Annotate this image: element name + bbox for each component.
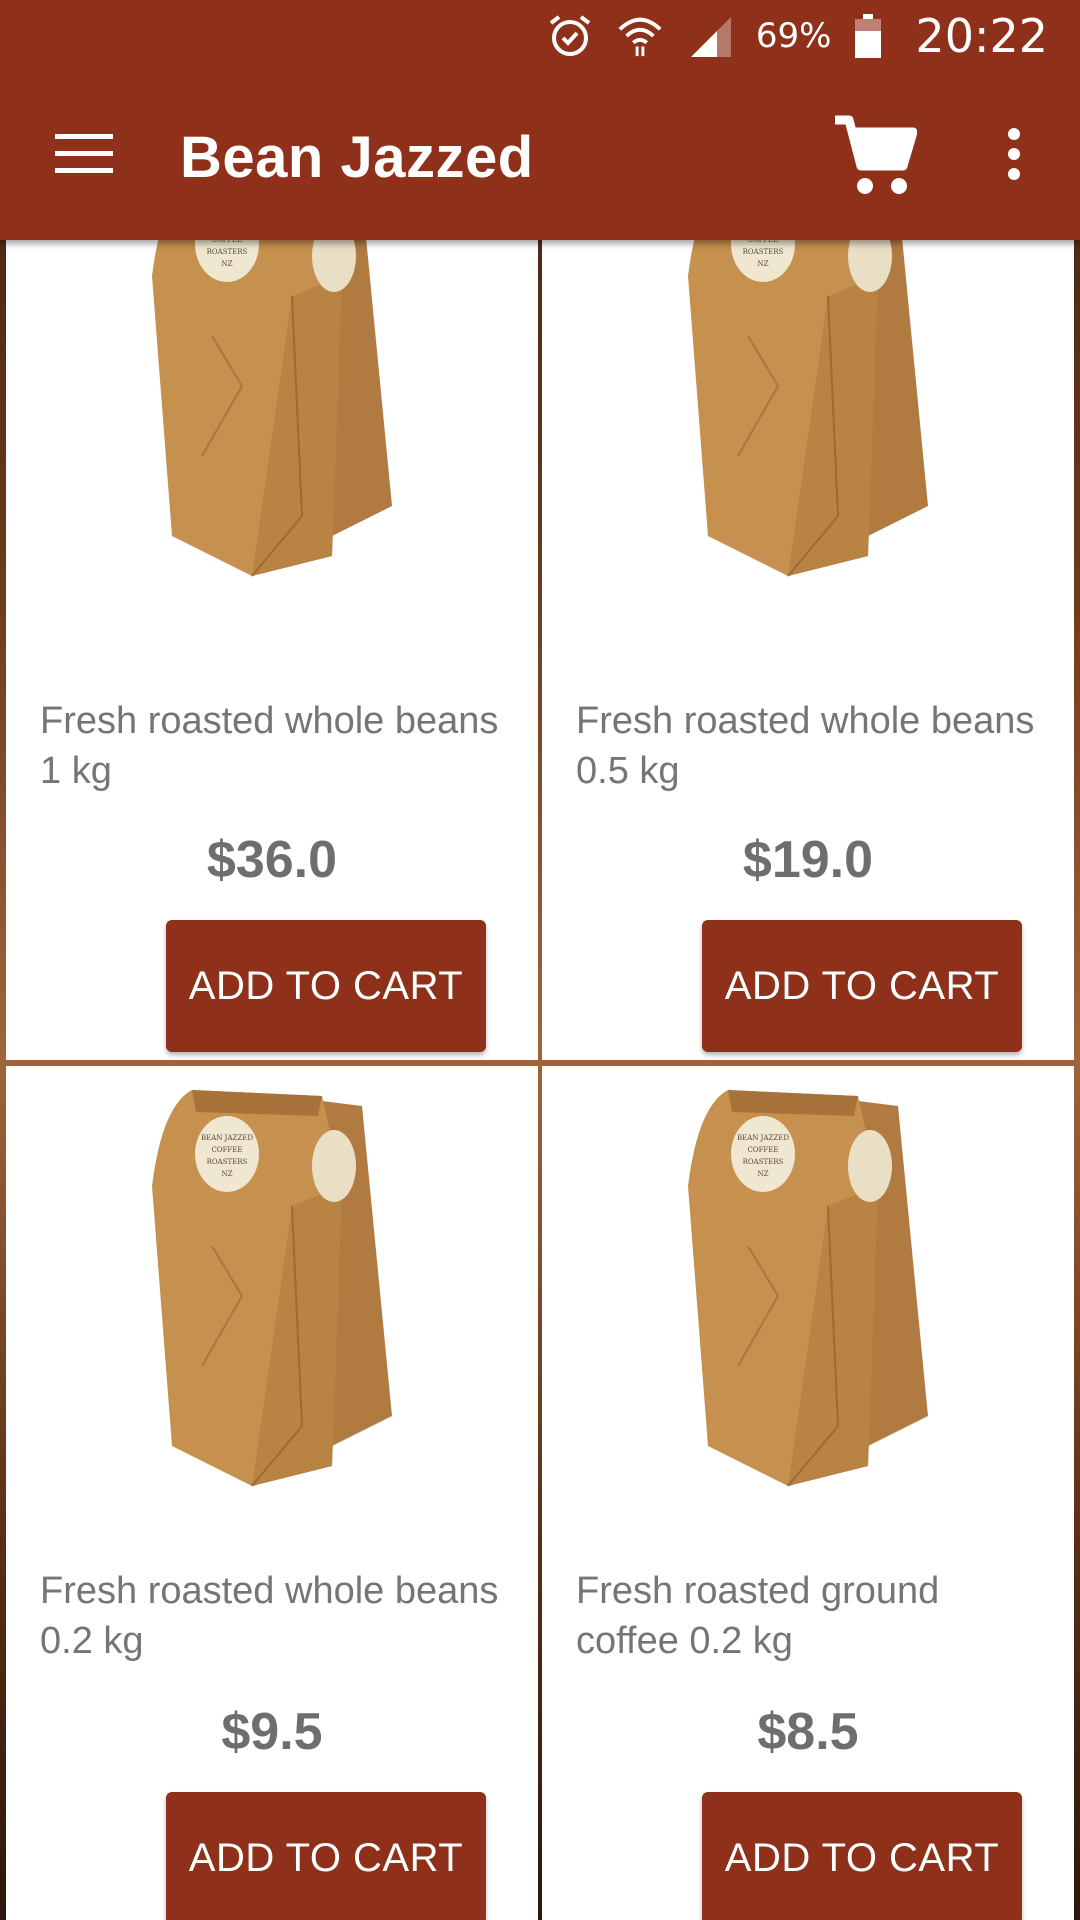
more-vert-icon xyxy=(1006,127,1022,185)
add-to-cart-button[interactable]: ADD TO CART xyxy=(166,920,486,1052)
menu-button[interactable] xyxy=(36,116,132,196)
menu-icon xyxy=(55,133,113,179)
bag-label: BEAN JAZZED COFFEE ROASTERS NZ xyxy=(195,1116,259,1192)
svg-text:NZ: NZ xyxy=(222,1170,233,1178)
coffee-bag-image: BEAN JAZZED COFFEE ROASTERS NZ xyxy=(6,1066,538,1506)
add-to-cart-button[interactable]: ADD TO CART xyxy=(702,1792,1022,1920)
coffee-bag-image: BEAN JAZZED COFFEE ROASTERS NZ xyxy=(542,240,1074,596)
more-options-button[interactable] xyxy=(982,116,1046,196)
svg-text:ROASTERS: ROASTERS xyxy=(743,1158,784,1166)
add-to-cart-button[interactable]: ADD TO CART xyxy=(166,1792,486,1920)
app-bar: Bean Jazzed xyxy=(0,72,1080,240)
cart-icon xyxy=(833,114,918,203)
svg-text:ROASTERS: ROASTERS xyxy=(743,248,784,256)
svg-text:ROASTERS: ROASTERS xyxy=(207,248,248,256)
svg-text:COFFEE: COFFEE xyxy=(747,1146,778,1154)
product-name: Fresh roasted whole beans 1 kg xyxy=(40,700,531,792)
coffee-bag-image: BEAN JAZZED COFFEE ROASTERS NZ xyxy=(6,240,538,596)
svg-text:NZ: NZ xyxy=(222,260,233,268)
product-card[interactable]: BEAN JAZZED COFFEE ROASTERS NZ Fresh roa… xyxy=(542,1066,1074,1920)
product-card[interactable]: BEAN JAZZED COFFEE ROASTERS NZ Fresh roa… xyxy=(6,1066,538,1920)
signal-icon xyxy=(686,12,734,60)
clock: 20:22 xyxy=(915,9,1048,63)
product-name: Fresh roasted ground coffee 0.2 kg xyxy=(576,1570,950,1662)
product-price: $9.5 xyxy=(221,1703,323,1761)
cart-button[interactable] xyxy=(820,108,930,208)
product-name: Fresh roasted whole beans 0.5 kg xyxy=(576,700,1045,792)
app-title: Bean Jazzed xyxy=(180,125,534,190)
battery-percentage: 69% xyxy=(755,16,832,56)
svg-text:BEAN JAZZED: BEAN JAZZED xyxy=(737,1134,789,1142)
svg-text:BEAN JAZZED: BEAN JAZZED xyxy=(201,1134,253,1142)
battery-icon xyxy=(853,12,883,60)
wifi-icon xyxy=(616,12,664,60)
alarm-icon xyxy=(546,12,594,60)
coffee-bag-image: BEAN JAZZED COFFEE ROASTERS NZ xyxy=(542,1066,1074,1506)
bag-label: BEAN JAZZED COFFEE ROASTERS NZ xyxy=(731,1116,795,1192)
svg-text:NZ: NZ xyxy=(758,260,769,268)
svg-text:NZ: NZ xyxy=(758,1170,769,1178)
product-name: Fresh roasted whole beans 0.2 kg xyxy=(40,1570,509,1662)
product-card[interactable]: BEAN JAZZED COFFEE ROASTERS NZ Fresh roa… xyxy=(542,240,1074,1060)
product-price: $8.5 xyxy=(757,1703,859,1761)
status-bar: 69% 20:22 xyxy=(0,0,1080,72)
add-to-cart-button[interactable]: ADD TO CART xyxy=(702,920,1022,1052)
product-card[interactable]: BEAN JAZZED COFFEE ROASTERS NZ Fresh roa… xyxy=(6,240,538,1060)
product-price: $19.0 xyxy=(742,831,874,889)
svg-text:COFFEE: COFFEE xyxy=(747,240,778,244)
svg-text:COFFEE: COFFEE xyxy=(211,1146,242,1154)
svg-text:ROASTERS: ROASTERS xyxy=(207,1158,248,1166)
product-grid: BEAN JAZZED COFFEE ROASTERS NZ Fresh roa… xyxy=(0,240,1080,1920)
product-price: $36.0 xyxy=(206,831,338,889)
svg-text:COFFEE: COFFEE xyxy=(211,240,242,244)
